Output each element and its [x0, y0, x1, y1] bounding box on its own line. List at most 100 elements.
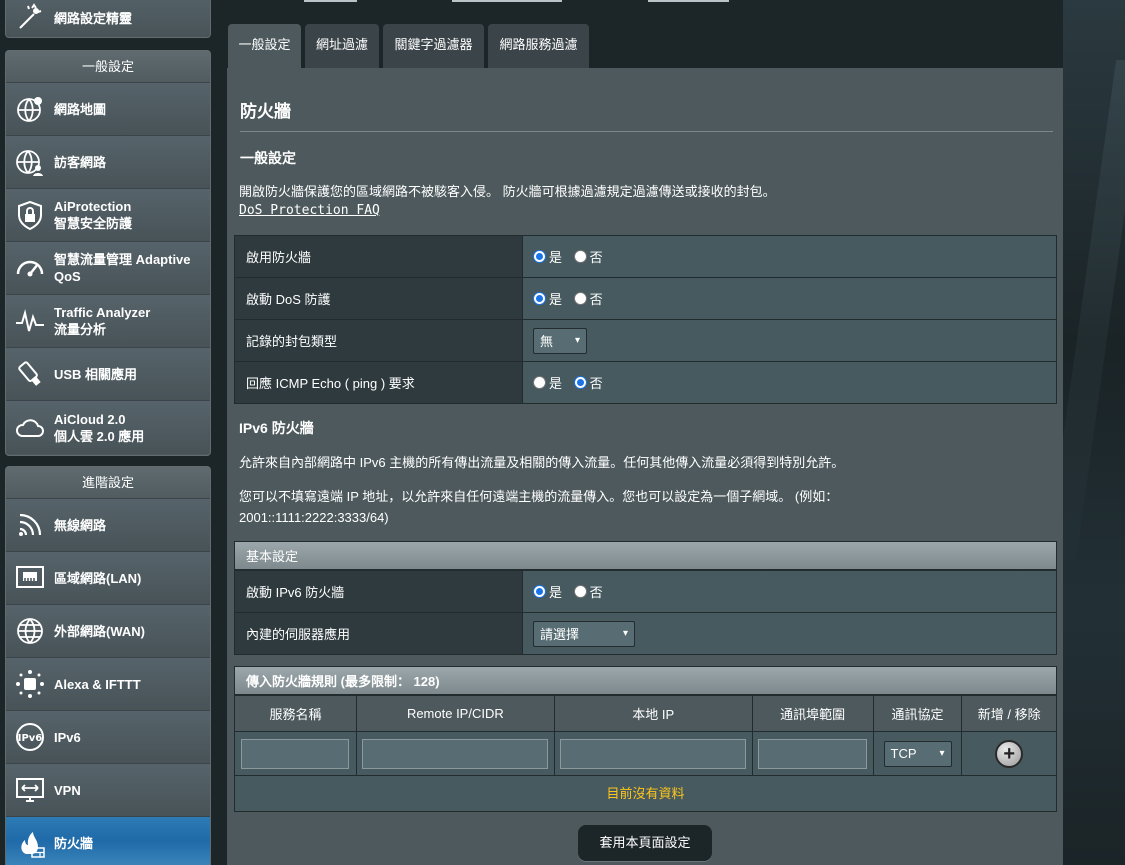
input-cell: + — [961, 731, 1057, 776]
radio-no[interactable]: 否 — [573, 373, 603, 392]
firewall-icon — [12, 826, 48, 862]
top-nav-underline — [304, 0, 357, 2]
sidebar-item-adaptive-qos[interactable]: 智慧流量管理 Adaptive QoS — [6, 242, 210, 295]
radio-label: 否 — [589, 292, 603, 307]
service-name-input[interactable] — [241, 738, 350, 769]
sidebar-item-guest-network[interactable]: 訪客網路 — [6, 136, 210, 189]
inbound-rules-header: 傳入防火牆規則 (最多限制： 128) — [234, 666, 1057, 695]
sidebar-item-label: 外部網路(WAN) — [54, 623, 145, 639]
sidebar-item-label: 無線網路 — [54, 517, 107, 533]
select-value: 無 — [540, 334, 554, 349]
input-cell: TCP ▾ — [872, 731, 963, 776]
dos-faq-link[interactable]: DoS Protection FAQ — [239, 203, 380, 218]
setting-row-icmp-echo: 回應 ICMP Echo ( ping ) 要求 是 否 — [234, 361, 1057, 404]
basic-settings-section: 基本設定 — [234, 541, 1057, 570]
tab-general[interactable]: 一般設定 — [228, 24, 301, 68]
sidebar-item-label: 網路地圖 — [54, 101, 107, 117]
setting-value: 是 否 — [522, 361, 1057, 404]
sidebar-item-label: USB 相關應用 — [54, 366, 138, 382]
column-header: 通訊埠範圍 — [751, 695, 874, 732]
sidebar-item-alexa-ifttt[interactable]: Alexa & IFTTT — [6, 658, 210, 711]
ipv6-description-2: 您可以不填寫遠端 IP 地址，以允許來自任何遠端主機的流量傳入。您也可以設定為一… — [239, 489, 839, 504]
setting-label: 記錄的封包類型 — [234, 319, 523, 362]
tab-keyword-filter[interactable]: 關鍵字過濾器 — [383, 24, 484, 68]
speedometer-icon — [12, 250, 48, 286]
protocol-select[interactable]: TCP ▾ — [883, 740, 952, 767]
setting-row-server-app: 內建的伺服器應用 請選擇 ▾ — [234, 612, 1057, 655]
radio-label: 是 — [549, 250, 563, 265]
port-range-input[interactable] — [758, 738, 868, 769]
sidebar-item-vpn[interactable]: VPN — [6, 764, 210, 817]
general-description: 開啟防火牆保護您的區域網路不被駭客入侵。 防火牆可根據過濾規定過濾傳送或接收的封… — [239, 184, 776, 199]
radio-label: 是 — [549, 292, 563, 307]
setting-row-dos-protection: 啟動 DoS 防護 是 否 — [234, 277, 1057, 320]
ipv6-icon: IPv6 — [12, 719, 48, 755]
sidebar-item-aicloud[interactable]: AiCloud 2.0 個人雲 2.0 應用 — [6, 401, 210, 454]
sidebar-item-wireless[interactable]: 無線網路 — [6, 499, 210, 552]
server-app-select[interactable]: 請選擇 ▾ — [533, 620, 635, 647]
column-header: 服務名稱 — [234, 695, 357, 732]
setting-label: 啟用防火牆 — [234, 235, 523, 278]
apply-button[interactable]: 套用本頁面設定 — [578, 825, 712, 861]
traffic-wave-icon — [12, 303, 48, 339]
setting-label: 回應 ICMP Echo ( ping ) 要求 — [234, 361, 523, 404]
select-value: 請選擇 — [540, 627, 580, 642]
sidebar-item-label: AiProtection 智慧安全防護 — [54, 199, 133, 231]
tab-url-filter[interactable]: 網址過濾 — [305, 24, 379, 68]
radio-yes[interactable]: 是 — [533, 247, 562, 266]
sidebar-wizard: 網路設定精靈 — [5, 0, 211, 38]
sidebar-item-wan[interactable]: 外部網路(WAN) — [6, 605, 210, 658]
column-header: 通訊協定 — [872, 695, 963, 732]
setting-row-logged-packets: 記錄的封包類型 無 ▾ — [234, 319, 1057, 362]
general-heading: 一般設定 — [240, 150, 296, 166]
radio-yes[interactable]: 是 — [533, 373, 562, 392]
radio-yes[interactable]: 是 — [533, 289, 562, 308]
network-map-icon — [12, 91, 48, 127]
radio-no[interactable]: 否 — [573, 289, 603, 308]
sidebar-item-ipv6[interactable]: IPv6 IPv6 — [6, 711, 210, 764]
sidebar-item-label: 網路設定精靈 — [54, 10, 133, 26]
setting-value: 請選擇 ▾ — [522, 612, 1057, 655]
sidebar-item-wizard[interactable]: 網路設定精靈 — [6, 0, 210, 37]
input-cell — [355, 731, 555, 776]
radio-no[interactable]: 否 — [573, 247, 603, 266]
input-cell — [553, 731, 753, 776]
radio-label: 否 — [589, 250, 603, 265]
sidebar-item-label: 訪客網路 — [54, 154, 107, 170]
top-nav-underline — [648, 0, 729, 2]
local-ip-input[interactable] — [560, 738, 747, 769]
add-rule-button[interactable]: + — [995, 739, 1024, 768]
sidebar-item-lan[interactable]: 區域網路(LAN) — [6, 552, 210, 605]
input-cell — [751, 731, 874, 776]
sidebar-item-firewall[interactable]: 防火牆 — [6, 817, 210, 865]
page-title: 防火牆 — [240, 102, 291, 121]
column-header: 新增 / 移除 — [961, 695, 1057, 732]
radio-no[interactable]: 否 — [573, 582, 603, 601]
setting-value: 是 否 — [522, 570, 1057, 613]
column-header: 本地 IP — [553, 695, 753, 732]
sidebar-item-traffic-analyzer[interactable]: Traffic Analyzer 流量分析 — [6, 295, 210, 348]
select-value: TCP — [890, 746, 917, 761]
tab-network-service-filter[interactable]: 網路服務過濾 — [488, 24, 589, 68]
wireless-icon — [12, 507, 48, 543]
inbound-rules-table: 服務名稱 Remote IP/CIDR 本地 IP 通訊埠範圍 通訊協定 新增 … — [234, 695, 1057, 776]
title-divider — [240, 131, 1053, 132]
radio-label: 否 — [589, 585, 603, 600]
sidebar-item-aiprotection[interactable]: AiProtection 智慧安全防護 — [6, 189, 210, 242]
sidebar-item-network-map[interactable]: 網路地圖 — [6, 83, 210, 136]
radio-label: 否 — [589, 376, 603, 391]
setting-label: 內建的伺服器應用 — [234, 612, 523, 655]
sidebar-item-label: 防火牆 — [54, 836, 94, 851]
lan-icon — [12, 560, 48, 596]
sidebar-item-label: IPv6 — [54, 729, 81, 745]
logged-packets-select[interactable]: 無 ▾ — [533, 327, 587, 354]
sidebar-item-label: 區域網路(LAN) — [54, 570, 142, 586]
setting-label: 啟動 IPv6 防火牆 — [234, 570, 523, 613]
remote-ip-input[interactable] — [362, 738, 549, 769]
ipv6-heading: IPv6 防火牆 — [239, 420, 314, 436]
radio-yes[interactable]: 是 — [533, 582, 562, 601]
ipv6-description-3: 2001::1111:2222:3333/64) — [239, 510, 389, 525]
sidebar-item-usb[interactable]: USB 相關應用 — [6, 348, 210, 401]
sidebar-general-header: 一般設定 — [6, 51, 210, 83]
top-nav-underline — [452, 0, 562, 2]
